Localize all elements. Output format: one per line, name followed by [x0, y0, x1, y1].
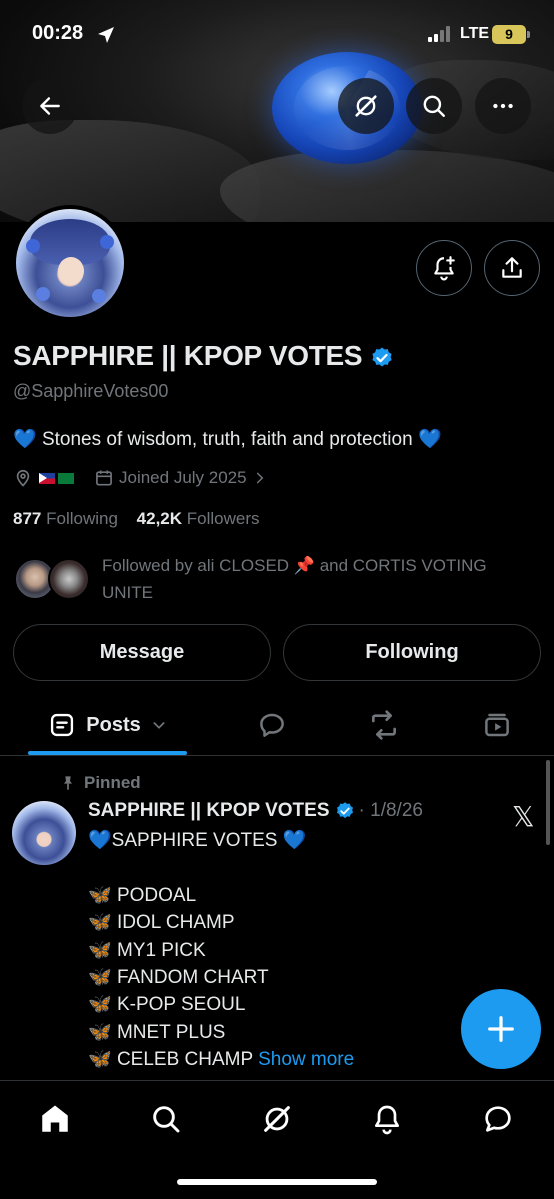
profile-name-text: SAPPHIRE || KPOP VOTES: [13, 340, 363, 371]
nav-grok[interactable]: [257, 1099, 297, 1139]
scrollbar[interactable]: [546, 760, 550, 845]
nav-messages[interactable]: [478, 1099, 518, 1139]
butterfly-icon: 🦋: [88, 994, 112, 1016]
followed-by-text[interactable]: Followed by ali CLOSED 📌 and CORTIS VOTI…: [102, 552, 532, 606]
share-button[interactable]: [484, 240, 540, 296]
replies-icon: [260, 713, 284, 737]
post-item: CELEB CHAMP: [116, 1049, 253, 1071]
tab-posts-label: Posts: [86, 713, 141, 736]
calendar-icon: [96, 470, 112, 486]
butterfly-icon: 🦋: [88, 939, 112, 961]
share-icon: [502, 257, 522, 278]
verified-icon: [336, 802, 353, 819]
post-item: IDOL CHAMP: [116, 912, 235, 934]
tabs-divider: [0, 755, 554, 756]
grok-button[interactable]: [338, 78, 394, 134]
bio-text: Stones of wisdom, truth, faith and prote…: [41, 429, 413, 450]
more-icon: [493, 103, 513, 109]
pinned-text: Pinned: [84, 773, 141, 792]
tab-reposts[interactable]: [360, 697, 408, 753]
profile-handle: @SapphireVotes00: [13, 381, 169, 401]
location-arrow-icon: [98, 27, 114, 43]
profile-avatar[interactable]: [12, 205, 128, 321]
tab-posts[interactable]: Posts: [28, 697, 187, 753]
back-arrow-icon: [40, 97, 60, 115]
repost-icon: [372, 710, 396, 740]
pin-icon: [64, 776, 72, 790]
post-item: MNET PLUS: [116, 1021, 226, 1043]
butterfly-icon: 🦋: [88, 966, 112, 988]
profile-bio: 💙 Stones of wisdom, truth, faith and pro…: [13, 427, 442, 451]
post-author-avatar[interactable]: [12, 801, 76, 865]
bell-icon: [375, 1105, 399, 1135]
notify-button[interactable]: [416, 240, 472, 296]
nav-home[interactable]: [35, 1099, 75, 1139]
post-header: SAPPHIRE || KPOP VOTES · 1/8/26: [88, 800, 423, 822]
more-button[interactable]: [475, 78, 531, 134]
followers-count: 42,2K: [136, 509, 183, 528]
nav-search[interactable]: [146, 1099, 186, 1139]
battery-indicator: 9: [492, 25, 530, 44]
follow-stats: 877 Following 42,2K Followers: [13, 509, 260, 529]
status-bar: 00:28 LTE 9: [0, 0, 554, 66]
messages-icon: [485, 1106, 511, 1132]
post-item: K-POP SEOUL: [116, 994, 246, 1016]
network-label: LTE: [460, 25, 490, 42]
nav-notifications[interactable]: [367, 1099, 407, 1139]
followers-link[interactable]: 42,2K Followers: [137, 509, 260, 528]
grok-nav-icon: [264, 1106, 290, 1132]
location-icon: [16, 469, 30, 487]
butterfly-icon: 🦋: [88, 912, 112, 934]
x-logo-icon[interactable]: 𝕏: [512, 800, 535, 833]
following-button[interactable]: Following: [283, 624, 541, 681]
search-icon: [153, 1106, 180, 1133]
home-indicator[interactable]: [177, 1179, 377, 1185]
flag-philippines-icon: [39, 472, 55, 484]
joined-date: Joined July 2025: [119, 468, 247, 487]
back-button[interactable]: [22, 78, 78, 134]
chevron-down-icon: [153, 722, 165, 729]
compose-plus-icon: [488, 1016, 514, 1042]
message-button[interactable]: Message: [13, 624, 271, 681]
profile-meta: Joined July 2025: [13, 468, 267, 488]
notification-add-icon: [434, 256, 455, 281]
pinned-label: Pinned: [60, 773, 141, 793]
post-item: MY1 PICK: [116, 939, 206, 961]
post-heading: SAPPHIRE VOTES: [111, 830, 278, 851]
post-item: PODOAL: [116, 884, 197, 906]
butterfly-icon: 🦋: [88, 884, 112, 906]
show-more-link[interactable]: Show more: [258, 1049, 354, 1070]
compose-button[interactable]: [461, 989, 541, 1069]
butterfly-icon: 🦋: [88, 1049, 112, 1071]
blue-heart-icon: 💙: [13, 429, 37, 450]
post-body[interactable]: 💙SAPPHIRE VOTES 💙 🦋 PODOAL 🦋 IDOL CHAMP …: [88, 827, 354, 1074]
blue-heart-icon: 💙: [282, 830, 307, 851]
chevron-right-icon[interactable]: [253, 471, 267, 485]
blue-heart-icon: 💙: [88, 830, 112, 851]
following-label: Following: [46, 509, 118, 528]
status-time: 00:28: [32, 22, 84, 44]
follower-avatar[interactable]: [48, 558, 90, 600]
verified-icon[interactable]: [370, 346, 394, 370]
tab-media[interactable]: [473, 697, 521, 753]
search-icon: [423, 95, 445, 117]
posts-icon: [51, 713, 74, 737]
followers-label: Followers: [186, 509, 260, 528]
blue-heart-icon: 💙: [417, 429, 442, 450]
tab-replies[interactable]: [248, 697, 296, 753]
profile-tabs: Posts: [0, 697, 554, 753]
post-author-name[interactable]: SAPPHIRE || KPOP VOTES: [88, 800, 330, 822]
butterfly-icon: 🦋: [88, 1021, 112, 1043]
media-icon: [485, 713, 509, 737]
search-button[interactable]: [406, 78, 462, 134]
following-count: 877: [13, 509, 42, 528]
grok-icon: [355, 95, 377, 117]
home-icon: [42, 1105, 68, 1132]
flag-saudi-icon: [58, 472, 74, 484]
post-date: · 1/8/26: [358, 800, 423, 821]
profile-name: SAPPHIRE || KPOP VOTES: [13, 340, 394, 372]
signal-icon: [428, 26, 454, 42]
post-item: FANDOM CHART: [116, 966, 269, 988]
following-link[interactable]: 877 Following: [13, 509, 118, 528]
